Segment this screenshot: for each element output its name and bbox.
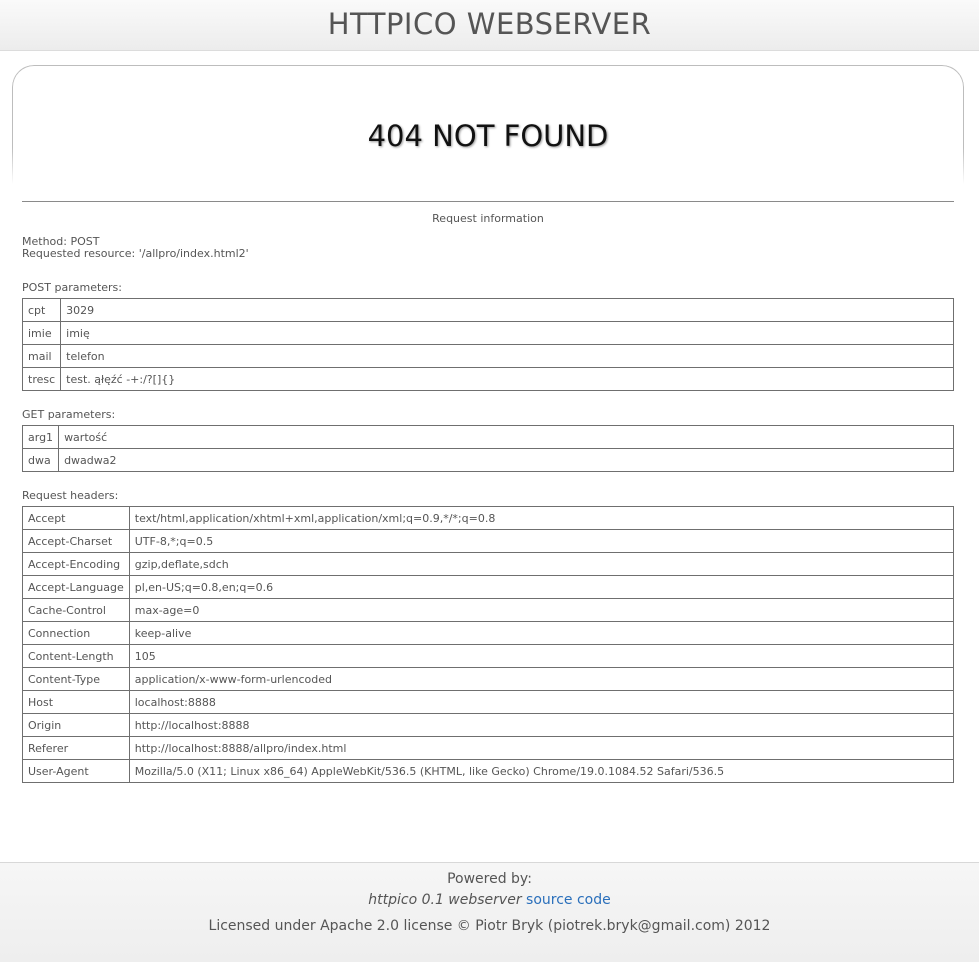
table-row: Accept-Encoding gzip,deflate,sdch — [22, 552, 955, 576]
license-text: Licensed under Apache 2.0 license © Piot… — [208, 918, 771, 934]
table-row: Content-Length 105 — [22, 644, 955, 668]
header-value: text/html,application/xhtml+xml,applicat… — [128, 506, 955, 530]
header-key: Content-Type — [22, 667, 130, 691]
get-parameters-title: GET parameters: — [22, 408, 116, 421]
header-value: UTF-8,*;q=0.5 — [128, 529, 955, 553]
table-row: Accept text/html,application/xhtml+xml,a… — [22, 506, 955, 530]
param-key: cpt — [21, 298, 62, 322]
header-value: application/x-www-form-urlencoded — [128, 667, 955, 691]
table-row: Origin http://localhost:8888 — [22, 713, 955, 737]
table-row: Host localhost:8888 — [22, 690, 955, 714]
header-key: Accept-Encoding — [22, 552, 130, 576]
header-key: Origin — [22, 713, 130, 737]
product-line: httpico 0.1 webserver source code — [0, 892, 979, 908]
site-title: HTTPICO WEBSERVER — [327, 7, 652, 41]
page-footer: Powered by: httpico 0.1 webserver source… — [0, 862, 979, 962]
source-code-link[interactable]: source code — [526, 892, 611, 908]
header-key: Cache-Control — [22, 598, 130, 622]
section-divider — [22, 201, 954, 202]
post-parameters-table: cpt 3029 imie imię mail telefon tresc te… — [21, 298, 954, 391]
get-parameters-table: arg1 wartość dwa dwadwa2 — [21, 425, 954, 472]
param-value: dwadwa2 — [58, 448, 954, 472]
param-key: arg1 — [21, 425, 60, 449]
param-key: mail — [21, 344, 62, 368]
header-key: User-Agent — [22, 759, 130, 783]
header-key: Connection — [22, 621, 130, 645]
table-row: Content-Type application/x-www-form-urle… — [22, 667, 955, 691]
header-key: Accept-Language — [22, 575, 130, 599]
param-value: 3029 — [60, 298, 954, 322]
resource-line: Requested resource: '/allpro/index.html2… — [22, 247, 249, 260]
header-value: max-age=0 — [128, 598, 955, 622]
table-row: Referer http://localhost:8888/allpro/ind… — [22, 736, 955, 760]
table-row: dwa dwadwa2 — [21, 448, 954, 472]
table-row: imie imię — [21, 321, 954, 345]
post-parameters-title: POST parameters: — [22, 281, 122, 294]
header-value: http://localhost:8888/allpro/index.html — [128, 736, 955, 760]
param-value: test. ąłęźć -+:/?[]{} — [60, 367, 954, 391]
resource-value: '/allpro/index.html2' — [138, 247, 249, 260]
table-row: cpt 3029 — [21, 298, 954, 322]
header-value: http://localhost:8888 — [128, 713, 955, 737]
header-key: Content-Length — [22, 644, 130, 668]
param-key: dwa — [21, 448, 60, 472]
header-key: Referer — [22, 736, 130, 760]
table-row: Accept-Charset UTF-8,*;q=0.5 — [22, 529, 955, 553]
param-value: telefon — [60, 344, 954, 368]
header-value: pl,en-US;q=0.8,en;q=0.6 — [128, 575, 955, 599]
header-key: Host — [22, 690, 130, 714]
header-key: Accept — [22, 506, 130, 530]
header-value: Mozilla/5.0 (X11; Linux x86_64) AppleWeb… — [128, 759, 955, 783]
status-card: 404 NOT FOUND — [12, 65, 964, 184]
table-row: Connection keep-alive — [22, 621, 955, 645]
table-row: mail telefon — [21, 344, 954, 368]
header-value: keep-alive — [128, 621, 955, 645]
request-info-title: Request information — [432, 212, 544, 225]
table-row: User-Agent Mozilla/5.0 (X11; Linux x86_6… — [22, 759, 955, 783]
header-value: gzip,deflate,sdch — [128, 552, 955, 576]
product-name: httpico 0.1 webserver — [368, 892, 522, 908]
powered-by-label: Powered by: — [447, 871, 532, 887]
param-key: tresc — [21, 367, 62, 391]
param-key: imie — [21, 321, 62, 345]
header-value: localhost:8888 — [128, 690, 955, 714]
header-key: Accept-Charset — [22, 529, 130, 553]
param-value: imię — [60, 321, 954, 345]
table-row: tresc test. ąłęźć -+:/?[]{} — [21, 367, 954, 391]
request-headers-title: Request headers: — [22, 489, 119, 502]
header-value: 105 — [128, 644, 955, 668]
page-header: HTTPICO WEBSERVER — [0, 0, 979, 51]
param-value: wartość — [58, 425, 954, 449]
request-headers-table: Accept text/html,application/xhtml+xml,a… — [22, 506, 955, 783]
table-row: Accept-Language pl,en-US;q=0.8,en;q=0.6 — [22, 575, 955, 599]
resource-label: Requested resource: — [22, 247, 136, 260]
status-message: 404 NOT FOUND — [367, 119, 609, 153]
table-row: Cache-Control max-age=0 — [22, 598, 955, 622]
table-row: arg1 wartość — [21, 425, 954, 449]
